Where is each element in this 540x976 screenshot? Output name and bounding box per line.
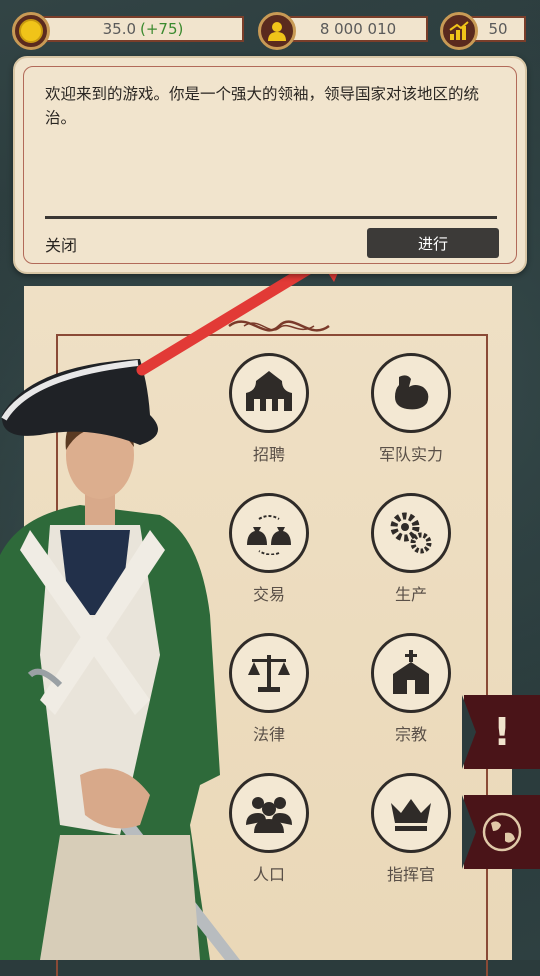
category-production[interactable]: 生产 <box>346 493 476 605</box>
people-group-icon <box>229 773 309 853</box>
close-button[interactable]: 关闭 <box>45 232 77 256</box>
gold-value: 35.0 <box>102 20 137 38</box>
dialog-message: 欢迎来到的游戏。你是一个强大的领袖，领导国家对该地区的统治。 <box>45 85 480 127</box>
category-religion[interactable]: 宗教 <box>346 633 476 745</box>
population-value: 8 000 010 <box>319 20 397 38</box>
crown-icon <box>371 773 451 853</box>
dialog-divider <box>45 216 497 219</box>
globe-icon <box>482 812 522 852</box>
gold-coin-icon <box>12 12 50 50</box>
growth-resource[interactable]: 50 <box>440 12 526 50</box>
exclamation-icon: ! <box>493 710 511 754</box>
alert-flag-button[interactable]: ! <box>462 695 540 769</box>
soldier-illustration <box>0 359 240 960</box>
gold-counter: 35.0 (+75) <box>42 16 244 42</box>
muscle-arm-icon <box>371 353 451 433</box>
scales-icon <box>229 633 309 713</box>
population-resource[interactable]: 8 000 010 <box>258 12 428 50</box>
gold-resource[interactable]: 35.0 (+75) <box>12 12 244 50</box>
gears-icon <box>371 493 451 573</box>
category-label: 军队实力 <box>378 445 443 464</box>
growth-value: 50 <box>488 20 508 38</box>
category-label: 宗教 <box>394 725 427 744</box>
category-army-strength[interactable]: 军队实力 <box>346 353 476 465</box>
person-icon <box>258 12 296 50</box>
money-bags-exchange-icon <box>229 493 309 573</box>
category-commander[interactable]: 指挥官 <box>346 773 476 885</box>
gold-gain: (+75) <box>140 20 184 38</box>
population-counter: 8 000 010 <box>288 16 428 42</box>
category-label: 指挥官 <box>386 865 435 884</box>
welcome-dialog: 欢迎来到的游戏。你是一个强大的领袖，领导国家对该地区的统治。 关闭 进行 <box>13 56 527 274</box>
growth-chart-icon <box>440 12 478 50</box>
church-icon <box>371 633 451 713</box>
category-label: 生产 <box>394 585 427 604</box>
proceed-button[interactable]: 进行 <box>367 228 499 258</box>
growth-counter: 50 <box>470 16 526 42</box>
world-map-flag-button[interactable] <box>462 795 540 869</box>
